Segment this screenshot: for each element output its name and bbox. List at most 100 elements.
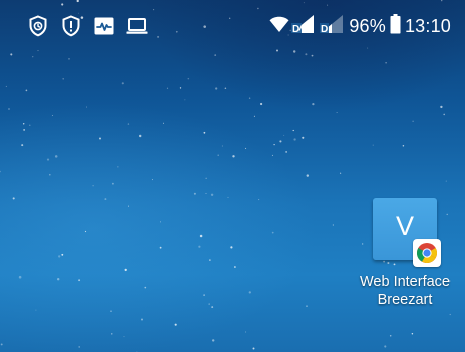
wallpaper-star [58,255,61,258]
wallpaper-star [205,177,207,179]
wallpaper-star [46,158,50,161]
wallpaper-star [62,77,65,80]
wallpaper-star [215,87,218,90]
wallpaper-star [339,172,342,174]
wifi-icon [269,15,289,38]
wallpaper-star [212,339,215,342]
wallpaper-star [12,197,15,200]
wallpaper-star [29,124,31,126]
wallpaper-star [51,115,53,116]
wallpaper-star [306,174,310,177]
laptop-icon [125,14,149,38]
chrome-icon [413,239,441,267]
wallpaper-star [54,155,58,158]
wallpaper-star [111,333,113,335]
wallpaper-star [411,332,414,335]
wallpaper-star [285,151,287,153]
wallpaper-star [384,345,387,348]
battery-icon [390,13,401,39]
wallpaper-star [127,123,130,125]
activity-monitor-icon [92,14,116,38]
wallpaper-star [203,294,205,296]
wallpaper-star [68,58,70,60]
wallpaper-star [49,173,51,176]
wallpaper-star [248,97,251,99]
wallpaper-star [283,134,285,136]
wallpaper-star [252,347,255,350]
wallpaper-star [332,224,335,226]
battery-percentage: 96% [349,15,386,36]
wallpaper-star [227,196,229,198]
app-label[interactable]: Web Interface Breezart [352,273,458,309]
wallpaper-star [389,335,392,337]
wallpaper-star [412,120,414,122]
svg-text:D: D [292,24,299,34]
wallpaper-star [184,99,186,101]
wallpaper-star [18,275,22,279]
app-label-line2: Breezart [377,292,433,308]
wallpaper-star [445,180,447,182]
wallpaper-star [385,62,387,64]
wallpaper-star [449,313,451,316]
wallpaper-star [61,253,64,256]
wallpaper-star [259,102,263,106]
wallpaper-star [187,77,190,80]
web-interface-breezart-shortcut[interactable]: V Web Interface Breezart [352,198,458,309]
alert-shield-icon [59,14,83,38]
wallpaper-star [8,108,10,110]
wallpaper-star [138,134,142,138]
wallpaper-star [224,87,227,89]
wallpaper-star [311,54,314,57]
wallpaper-star [271,231,274,234]
wallpaper-star [56,277,60,281]
status-clock: 13:10 [404,15,451,36]
wallpaper-star [273,143,275,146]
wallpaper-star [104,198,107,201]
wallpaper-star [111,182,114,185]
status-system-icons: D D 96% 13:10 [269,13,451,39]
wallpaper-star [21,144,24,147]
wallpaper-star [86,106,88,108]
wallpaper-star [0,343,3,346]
wallpaper-star [123,336,125,338]
shield-clock-icon [26,14,50,38]
wallpaper-star [209,259,211,261]
wallpaper-star [271,154,273,156]
wallpaper-star [402,145,405,147]
status-bar[interactable]: D D 96% 13:10 [0,0,465,52]
wallpaper-star [78,346,80,348]
wallpaper-star [214,54,217,56]
wallpaper-star [179,87,182,89]
wallpaper-star [198,245,201,248]
wallpaper-star [245,147,247,149]
wallpaper-star [10,53,13,56]
wallpaper-star [203,131,206,134]
wallpaper-star [92,185,94,187]
wallpaper-star [151,179,153,181]
wallpaper-star [141,318,143,321]
wallpaper-star [25,89,28,92]
wallpaper-star [0,170,1,173]
wallpaper-star [144,286,147,289]
wallpaper-star [248,291,251,294]
wallpaper-star [193,192,196,195]
wallpaper-star [305,53,308,56]
wallpaper-star [110,310,112,313]
wallpaper-star [440,105,443,109]
wallpaper-star [22,123,25,125]
wallpaper-star [23,129,25,131]
wallpaper-star [253,115,255,117]
wallpaper-star [163,122,164,124]
wallpaper-star [32,56,34,58]
wallpaper-star [84,230,87,233]
wallpaper-star [199,234,203,238]
app-icon[interactable]: V [373,198,441,267]
wallpaper-star [292,129,294,132]
wallpaper-star [98,137,102,140]
wallpaper-star [245,331,247,333]
wallpaper-star [217,154,219,156]
wallpaper-star [306,305,308,307]
wallpaper-star [211,306,214,309]
wallpaper-star [230,246,233,249]
wallpaper-star [5,85,7,87]
